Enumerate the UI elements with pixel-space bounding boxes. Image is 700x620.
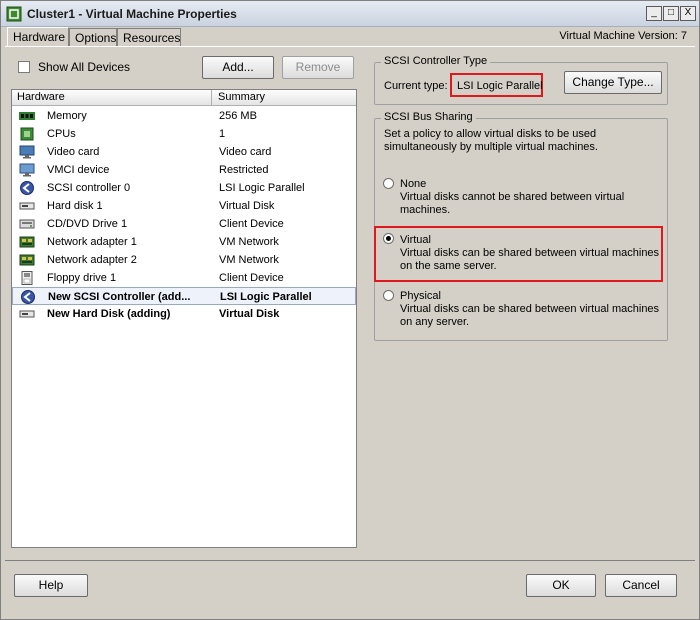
table-row[interactable]: Memory 256 MB	[12, 107, 356, 125]
row-summary: LSI Logic Parallel	[220, 291, 312, 303]
change-type-button[interactable]: Change Type...	[564, 71, 662, 94]
table-row[interactable]: Hard disk 1 Virtual Disk	[12, 197, 356, 215]
row-summary: Video card	[219, 146, 272, 158]
table-row[interactable]: CPUs 1	[12, 125, 356, 143]
help-button[interactable]: Help	[14, 574, 88, 597]
tab-hardware[interactable]: Hardware	[7, 27, 69, 47]
vm-properties-window: Cluster1 - Virtual Machine Properties _ …	[0, 0, 700, 620]
footer-divider	[5, 560, 695, 561]
cancel-button[interactable]: Cancel	[605, 574, 677, 597]
row-hardware-name: Memory	[47, 110, 87, 122]
radio-virtual[interactable]	[383, 233, 394, 244]
option-physical-label[interactable]: Physical	[400, 290, 441, 303]
option-virtual-desc: on the same server.	[400, 260, 497, 272]
title-bar[interactable]: Cluster1 - Virtual Machine Properties _ …	[1, 1, 699, 27]
network-adapter-icon	[19, 236, 35, 248]
option-none-desc: Virtual disks cannot be shared between v…	[400, 191, 625, 203]
maximize-button[interactable]: □	[663, 6, 679, 21]
bus-sharing-description-line: Set a policy to allow virtual disks to b…	[384, 128, 597, 140]
row-hardware-name: Network adapter 1	[47, 236, 137, 248]
cpu-icon	[20, 127, 34, 141]
table-row[interactable]: Network adapter 2 VM Network	[12, 251, 356, 269]
row-summary: 256 MB	[219, 110, 257, 122]
tab-options[interactable]: Options	[69, 28, 117, 46]
scsi-controller-icon	[20, 181, 34, 195]
scsi-controller-icon	[21, 290, 35, 304]
row-hardware-name: SCSI controller 0	[47, 182, 131, 194]
radio-none[interactable]	[383, 178, 394, 189]
column-header-summary[interactable]: Summary	[218, 91, 265, 103]
row-hardware-name: Network adapter 2	[47, 254, 137, 266]
row-hardware-name: Hard disk 1	[47, 200, 103, 212]
row-hardware-name: CD/DVD Drive 1	[47, 218, 128, 230]
floppy-drive-icon	[21, 271, 33, 285]
row-hardware-name: New SCSI Controller (add...	[48, 291, 191, 303]
table-row[interactable]: CD/DVD Drive 1 Client Device	[12, 215, 356, 233]
row-hardware-name: VMCI device	[47, 164, 110, 176]
row-summary: 1	[219, 128, 226, 140]
table-row[interactable]: Network adapter 1 VM Network	[12, 233, 356, 251]
show-all-devices-checkbox[interactable]	[18, 61, 30, 73]
option-none-label[interactable]: None	[400, 178, 426, 191]
table-row[interactable]: New Hard Disk (adding) Virtual Disk	[12, 305, 356, 323]
option-none-desc: machines.	[400, 204, 451, 216]
hard-disk-icon	[19, 310, 35, 318]
close-button[interactable]: X	[680, 6, 696, 21]
hardware-list-header: Hardware Summary	[12, 90, 356, 106]
column-header-hardware[interactable]: Hardware	[17, 91, 65, 103]
add-button[interactable]: Add...	[202, 56, 274, 79]
table-row[interactable]: Video card Video card	[12, 143, 356, 161]
row-summary: Client Device	[219, 218, 284, 230]
vmci-device-icon	[19, 163, 35, 177]
row-summary: Restricted	[219, 164, 269, 176]
minimize-button[interactable]: _	[646, 6, 662, 21]
option-virtual-label[interactable]: Virtual	[400, 234, 431, 247]
hard-disk-icon	[19, 202, 35, 210]
vm-version-label: Virtual Machine Version: 7	[559, 30, 687, 42]
radio-physical[interactable]	[383, 290, 394, 301]
bus-sharing-description-line: simultaneously by multiple virtual machi…	[384, 141, 598, 153]
network-adapter-icon	[19, 254, 35, 266]
row-hardware-name: New Hard Disk (adding)	[47, 308, 171, 320]
row-summary: Client Device	[219, 272, 284, 284]
scsi-bus-sharing-title: SCSI Bus Sharing	[381, 111, 476, 123]
option-physical-desc: Virtual disks can be shared between virt…	[400, 303, 660, 315]
ok-button[interactable]: OK	[526, 574, 596, 597]
row-summary: LSI Logic Parallel	[219, 182, 305, 194]
cd-dvd-icon	[19, 219, 35, 229]
memory-icon	[19, 112, 35, 120]
video-card-icon	[19, 145, 35, 159]
row-hardware-name: CPUs	[47, 128, 76, 140]
option-virtual-desc: Virtual disks can be shared between virt…	[400, 247, 660, 259]
remove-button[interactable]: Remove	[282, 56, 354, 79]
current-type-value: LSI Logic Parallel	[457, 80, 543, 92]
row-summary: VM Network	[219, 236, 279, 248]
scsi-controller-type-title: SCSI Controller Type	[381, 55, 491, 67]
column-separator[interactable]	[211, 90, 212, 106]
show-all-devices-label: Show All Devices	[38, 60, 131, 74]
option-physical-desc: on any server.	[400, 316, 470, 328]
row-summary: Virtual Disk	[219, 200, 275, 212]
hardware-list[interactable]: Hardware Summary Memory 256 MB CPUs 1 Vi…	[11, 89, 357, 548]
table-row[interactable]: New SCSI Controller (add... LSI Logic Pa…	[12, 287, 356, 305]
row-summary: Virtual Disk	[219, 308, 280, 320]
table-row[interactable]: VMCI device Restricted	[12, 161, 356, 179]
window-title: Cluster1 - Virtual Machine Properties	[27, 7, 237, 21]
table-row[interactable]: Floppy drive 1 Client Device	[12, 269, 356, 287]
row-summary: VM Network	[219, 254, 279, 266]
vm-app-icon	[6, 6, 22, 22]
row-hardware-name: Video card	[47, 146, 100, 158]
row-hardware-name: Floppy drive 1	[47, 272, 117, 284]
tab-resources[interactable]: Resources	[117, 28, 181, 46]
table-row[interactable]: SCSI controller 0 LSI Logic Parallel	[12, 179, 356, 197]
current-type-label: Current type:	[384, 80, 448, 92]
